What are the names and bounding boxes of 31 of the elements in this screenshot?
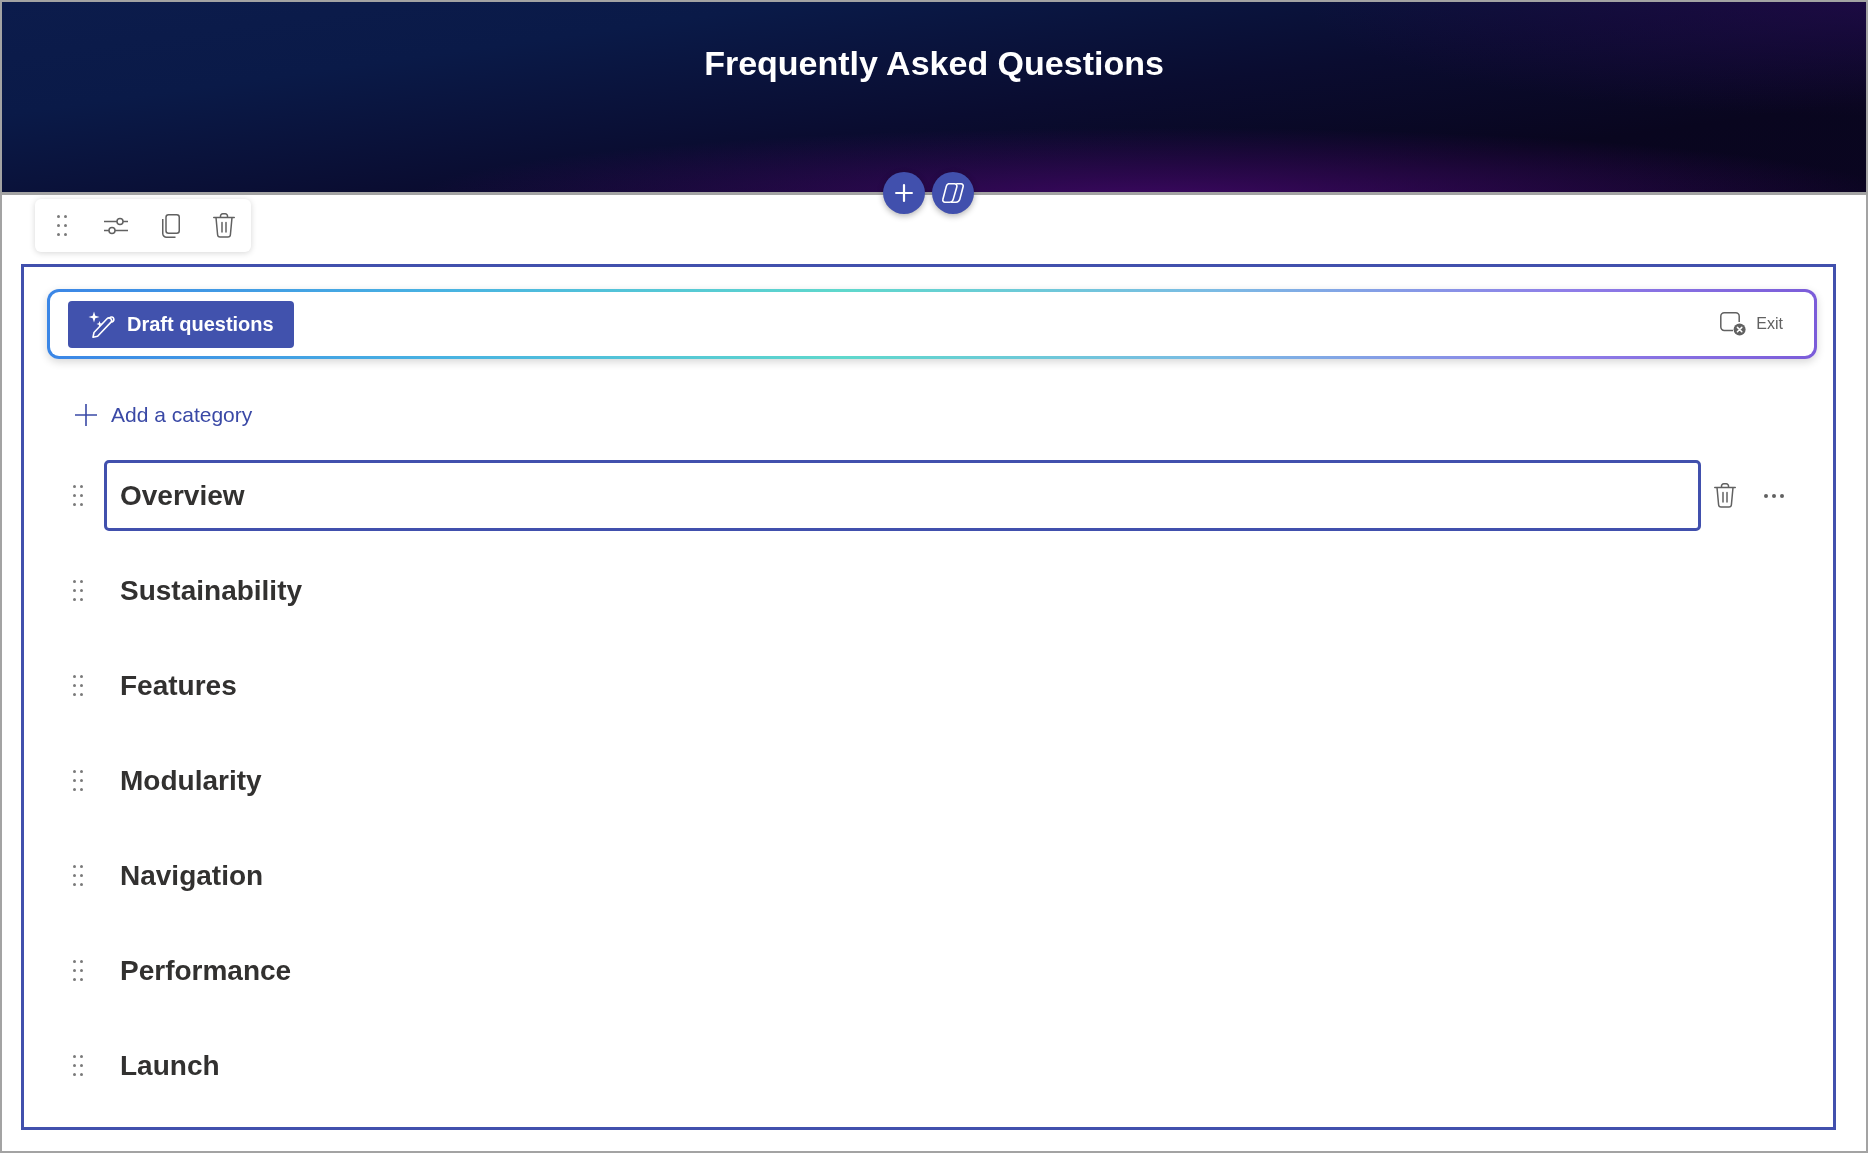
trash-icon[interactable] — [213, 213, 235, 238]
drag-handle-icon[interactable] — [73, 770, 83, 791]
drag-handle-icon[interactable] — [73, 1055, 83, 1076]
drag-handle-icon[interactable] — [57, 215, 67, 236]
category-title[interactable]: Modularity — [120, 764, 262, 797]
category-title[interactable]: Sustainability — [120, 574, 303, 607]
exit-button[interactable]: Exit — [1720, 312, 1783, 336]
drag-handle-icon[interactable] — [73, 580, 83, 601]
linked-shapes-icon — [942, 183, 964, 203]
drag-handle-icon[interactable] — [73, 960, 83, 981]
category-title[interactable]: Navigation — [120, 859, 264, 892]
draft-questions-button[interactable]: Draft questions — [68, 300, 294, 348]
trash-icon[interactable] — [1714, 483, 1736, 508]
plus-icon — [895, 184, 913, 202]
category-title[interactable]: Features — [120, 669, 237, 702]
ellipsis-icon[interactable] — [1764, 493, 1784, 498]
copy-icon[interactable] — [160, 213, 180, 238]
page-title: Frequently Asked Questions — [704, 43, 1164, 83]
category-title[interactable]: Launch — [120, 1049, 220, 1082]
add-category-button[interactable]: Add a category — [75, 395, 253, 435]
category-field[interactable]: Overview — [104, 460, 1701, 531]
drag-handle-icon[interactable] — [73, 675, 83, 696]
plus-icon — [75, 404, 97, 426]
sliders-icon[interactable] — [104, 216, 128, 235]
drag-handle-icon[interactable] — [73, 865, 83, 886]
linked-shapes-button[interactable] — [932, 172, 974, 214]
category-title[interactable]: Performance — [120, 954, 292, 987]
square-close-icon — [1720, 312, 1747, 336]
drag-handle-icon[interactable] — [73, 485, 83, 506]
sparkle-pen-icon — [88, 310, 115, 338]
add-section-button[interactable] — [883, 172, 925, 214]
